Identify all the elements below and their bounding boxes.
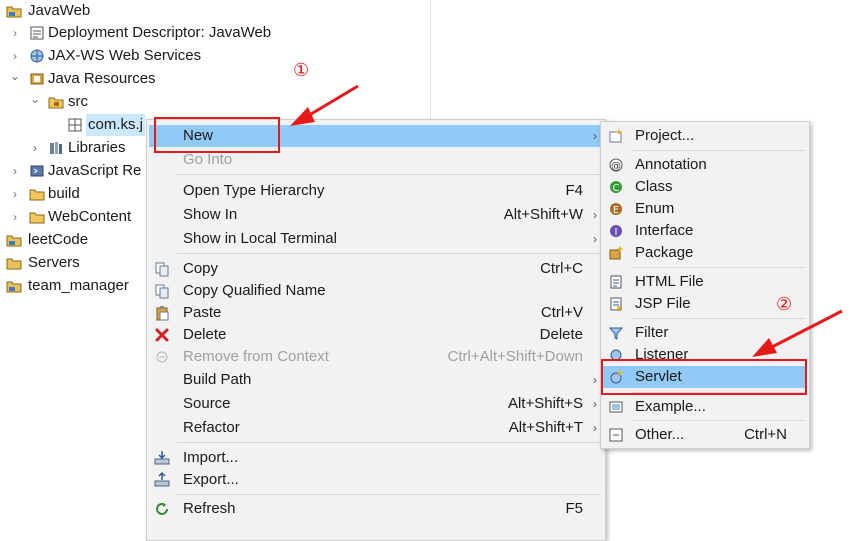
arrow-to-servlet: [769, 309, 843, 350]
arrow-to-new: [305, 84, 359, 119]
arrowhead-icon: [290, 107, 315, 126]
annotation-arrows: [290, 84, 843, 357]
arrowhead-icon: [752, 338, 777, 357]
